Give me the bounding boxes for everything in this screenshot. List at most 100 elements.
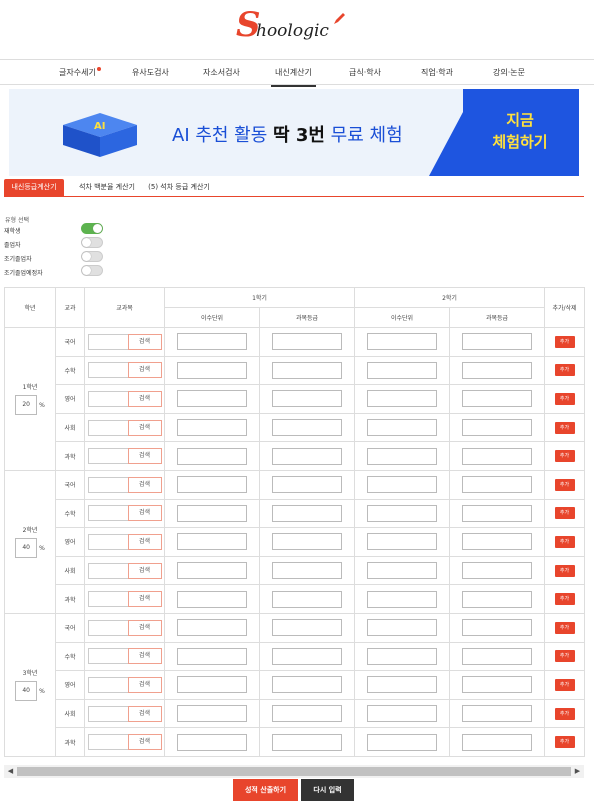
- subject-input[interactable]: 검색: [87, 476, 162, 493]
- add-row-button[interactable]: 추가: [554, 593, 575, 606]
- sem1-credit-input[interactable]: [177, 447, 247, 465]
- sem1-rank-input[interactable]: [272, 447, 342, 465]
- tab-percentile-calculator[interactable]: 석차 백분율 계산기: [72, 179, 142, 196]
- add-row-button[interactable]: 추가: [554, 707, 575, 720]
- subject-input[interactable]: 검색: [87, 505, 162, 522]
- sem2-rank-input[interactable]: [462, 676, 533, 694]
- sem2-credit-input[interactable]: [367, 647, 438, 665]
- sem2-credit-input[interactable]: [367, 361, 438, 379]
- subject-input[interactable]: 검색: [87, 448, 162, 465]
- sem2-rank-input[interactable]: [462, 361, 533, 379]
- sem1-credit-input[interactable]: [177, 733, 247, 751]
- sem2-rank-input[interactable]: [462, 419, 533, 437]
- search-button[interactable]: 검색: [127, 562, 162, 579]
- sem1-credit-input[interactable]: [177, 590, 247, 608]
- sem1-rank-input[interactable]: [272, 562, 342, 580]
- sem1-credit-input[interactable]: [177, 647, 247, 665]
- add-row-button[interactable]: 추가: [554, 736, 575, 749]
- sem1-rank-input[interactable]: [272, 333, 342, 351]
- sem2-rank-input[interactable]: [462, 390, 533, 408]
- sem2-credit-input[interactable]: [367, 619, 438, 637]
- add-row-button[interactable]: 추가: [554, 507, 575, 520]
- sem2-credit-input[interactable]: [367, 476, 438, 494]
- sem1-credit-input[interactable]: [177, 562, 247, 580]
- site-logo[interactable]: S hoologic: [236, 8, 356, 48]
- subject-input[interactable]: 검색: [87, 533, 162, 550]
- scroll-right-icon[interactable]: ▶: [571, 765, 584, 778]
- search-button[interactable]: 검색: [127, 619, 162, 636]
- search-button[interactable]: 검색: [127, 448, 162, 465]
- subject-input[interactable]: 검색: [87, 619, 162, 636]
- sem2-rank-input[interactable]: [462, 590, 533, 608]
- toggle-graduate[interactable]: [81, 237, 103, 248]
- sem1-credit-input[interactable]: [177, 676, 247, 694]
- sem2-rank-input[interactable]: [462, 562, 533, 580]
- sem1-rank-input[interactable]: [272, 619, 342, 637]
- nav-item-grade-calculator[interactable]: 내신계산기: [271, 67, 316, 87]
- nav-item-meal-schedule[interactable]: 급식·학사: [349, 67, 381, 78]
- sem1-rank-input[interactable]: [272, 733, 342, 751]
- sem1-credit-input[interactable]: [177, 705, 247, 723]
- sem2-rank-input[interactable]: [462, 619, 533, 637]
- sem1-credit-input[interactable]: [177, 390, 247, 408]
- sem2-credit-input[interactable]: [367, 390, 438, 408]
- add-row-button[interactable]: 추가: [554, 392, 575, 405]
- search-button[interactable]: 검색: [127, 591, 162, 608]
- search-button[interactable]: 검색: [127, 533, 162, 550]
- add-row-button[interactable]: 추가: [554, 564, 575, 577]
- nav-item-lecture-paper[interactable]: 강의·논문: [493, 67, 525, 78]
- search-button[interactable]: 검색: [127, 505, 162, 522]
- add-row-button[interactable]: 추가: [554, 478, 575, 491]
- sem2-rank-input[interactable]: [462, 333, 533, 351]
- sem2-credit-input[interactable]: [367, 504, 438, 522]
- subject-input[interactable]: 검색: [87, 591, 162, 608]
- sem2-credit-input[interactable]: [367, 562, 438, 580]
- toggle-early-graduate-expected[interactable]: [81, 265, 103, 276]
- add-row-button[interactable]: 추가: [554, 335, 575, 348]
- add-row-button[interactable]: 추가: [554, 650, 575, 663]
- search-button[interactable]: 검색: [127, 390, 162, 407]
- sem1-credit-input[interactable]: [177, 361, 247, 379]
- sem1-rank-input[interactable]: [272, 476, 342, 494]
- calculate-button[interactable]: 성적 산출하기: [233, 779, 298, 801]
- subject-input[interactable]: 검색: [87, 333, 162, 350]
- sem2-credit-input[interactable]: [367, 705, 438, 723]
- subject-input[interactable]: 검색: [87, 362, 162, 379]
- search-button[interactable]: 검색: [127, 648, 162, 665]
- search-button[interactable]: 검색: [127, 734, 162, 751]
- sem1-rank-input[interactable]: [272, 590, 342, 608]
- sem2-rank-input[interactable]: [462, 447, 533, 465]
- subject-input[interactable]: 검색: [87, 390, 162, 407]
- banner-cta[interactable]: 지금 체험하기: [475, 109, 565, 153]
- sem1-rank-input[interactable]: [272, 533, 342, 551]
- subject-input[interactable]: 검색: [87, 705, 162, 722]
- search-button[interactable]: 검색: [127, 419, 162, 436]
- sem1-rank-input[interactable]: [272, 390, 342, 408]
- sem2-rank-input[interactable]: [462, 504, 533, 522]
- sem1-credit-input[interactable]: [177, 419, 247, 437]
- sem2-rank-input[interactable]: [462, 705, 533, 723]
- sem2-credit-input[interactable]: [367, 733, 438, 751]
- scroll-left-icon[interactable]: ◀: [4, 765, 17, 778]
- sem1-rank-input[interactable]: [272, 705, 342, 723]
- sem1-credit-input[interactable]: [177, 504, 247, 522]
- sem2-credit-input[interactable]: [367, 676, 438, 694]
- sem1-credit-input[interactable]: [177, 533, 247, 551]
- search-button[interactable]: 검색: [127, 333, 162, 350]
- add-row-button[interactable]: 추가: [554, 450, 575, 463]
- sem1-rank-input[interactable]: [272, 361, 342, 379]
- nav-item-char-count[interactable]: 글자수세기: [59, 67, 101, 78]
- sem2-credit-input[interactable]: [367, 590, 438, 608]
- sem1-rank-input[interactable]: [272, 504, 342, 522]
- sem1-credit-input[interactable]: [177, 476, 247, 494]
- grade-weight-input[interactable]: 40: [15, 681, 38, 702]
- subject-input[interactable]: 검색: [87, 562, 162, 579]
- add-row-button[interactable]: 추가: [554, 364, 575, 377]
- sem2-rank-input[interactable]: [462, 476, 533, 494]
- subject-input[interactable]: 검색: [87, 734, 162, 751]
- search-button[interactable]: 검색: [127, 705, 162, 722]
- subject-input[interactable]: 검색: [87, 676, 162, 693]
- horizontal-scrollbar[interactable]: ◀ ▶: [4, 765, 584, 778]
- sem2-credit-input[interactable]: [367, 447, 438, 465]
- toggle-enrolled[interactable]: [81, 223, 103, 234]
